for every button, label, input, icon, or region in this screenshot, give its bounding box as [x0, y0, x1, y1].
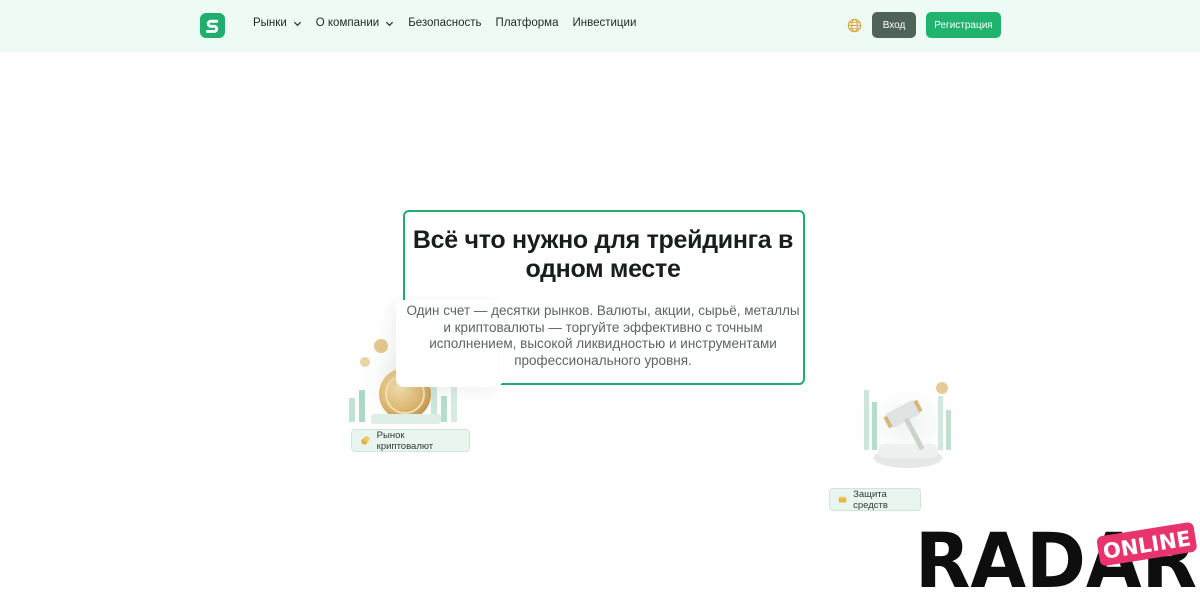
- nav-about[interactable]: О компании: [316, 17, 394, 29]
- nav-platform-label: Платформа: [495, 17, 559, 29]
- crypto-market-label: Рынок криптовалют: [376, 429, 434, 452]
- hero-subtitle: Один счет — десятки рынков. Валюты, акци…: [406, 303, 800, 368]
- funds-protection-chip[interactable]: Защита средств: [829, 488, 921, 511]
- nav-markets-label: Рынки: [253, 17, 287, 29]
- funds-protection-label: Защита средств: [853, 488, 888, 511]
- nav-security[interactable]: Безопасность: [408, 17, 481, 29]
- nav-security-label: Безопасность: [408, 17, 482, 29]
- brand-logo[interactable]: [200, 13, 225, 38]
- nav-investments[interactable]: Инвестиции: [573, 17, 637, 29]
- wallet-icon: [838, 496, 847, 503]
- radar-online-watermark: RADAR ONLINE: [915, 517, 1197, 592]
- globe-icon[interactable]: [847, 18, 862, 33]
- main-nav: Рынки О компании Безопасность Платформа …: [253, 17, 636, 29]
- login-button[interactable]: Вход: [872, 12, 916, 38]
- chevron-down-icon: [386, 21, 394, 26]
- hero-title: Всё что нужно для трейдинга в одном мест…: [412, 226, 794, 283]
- register-button[interactable]: Регистрация: [926, 12, 1001, 38]
- logo-s-icon: [205, 19, 219, 33]
- nav-investments-label: Инвестиции: [572, 17, 637, 29]
- nav-platform[interactable]: Платформа: [496, 17, 559, 29]
- coins-icon: [361, 436, 370, 445]
- gavel-illustration: [843, 371, 971, 479]
- top-header: Рынки О компании Безопасность Платформа …: [0, 0, 1200, 52]
- nav-markets[interactable]: Рынки: [253, 17, 302, 29]
- crypto-market-chip[interactable]: Рынок криптовалют: [351, 429, 470, 452]
- chevron-down-icon: [293, 21, 301, 26]
- nav-about-label: О компании: [315, 17, 380, 29]
